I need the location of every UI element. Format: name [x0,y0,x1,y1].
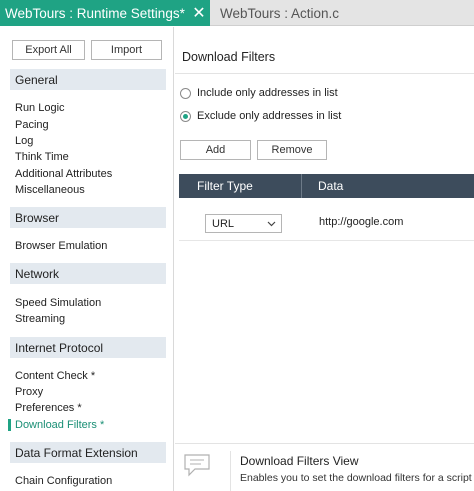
section-header-internet-protocol[interactable]: Internet Protocol [10,337,166,358]
sidebar-item-preferences[interactable]: Preferences * [15,402,82,415]
radio-include-row[interactable]: Include only addresses in list [180,87,338,99]
filter-type-select[interactable]: URL [205,214,282,233]
close-icon[interactable]: ✕ [188,0,210,26]
section-header-network[interactable]: Network [10,263,166,284]
export-all-button[interactable]: Export All [12,40,85,60]
sidebar-item-pacing[interactable]: Pacing [15,119,49,132]
comment-icon [183,453,211,477]
radio-exclude-row[interactable]: Exclude only addresses in list [180,110,341,122]
sidebar-item-speed-simulation[interactable]: Speed Simulation [15,297,101,310]
sidebar-item-miscellaneous[interactable]: Miscellaneous [15,184,85,197]
sidebar-item-streaming[interactable]: Streaming [15,313,65,326]
section-header-data-format-extension[interactable]: Data Format Extension [10,442,166,463]
chevron-down-icon [267,217,276,233]
divider [179,240,474,241]
section-header-browser[interactable]: Browser [10,207,166,228]
section-header-general[interactable]: General [10,69,166,90]
sidebar-item-browser-emulation[interactable]: Browser Emulation [15,240,107,253]
radio-include-label: Include only addresses in list [197,87,338,99]
tab-runtime-settings-label: WebTours : Runtime Settings* [5,5,185,21]
remove-button[interactable]: Remove [257,140,327,160]
help-title: Download Filters View [240,454,359,468]
table-row[interactable]: URL http://google.com [179,208,474,238]
sidebar-item-additional-attributes[interactable]: Additional Attributes [15,168,112,181]
table-header: Filter Type Data [179,174,474,198]
sidebar: Export All Import General Run Logic Paci… [0,27,174,491]
column-header-filter-type[interactable]: Filter Type [197,174,253,198]
column-separator[interactable] [301,174,302,198]
filter-type-value: URL [212,217,235,230]
sidebar-item-content-check[interactable]: Content Check * [15,370,95,383]
sidebar-item-download-filters[interactable]: Download Filters * [15,419,104,432]
column-header-data[interactable]: Data [318,174,343,198]
divider [230,451,231,491]
add-button[interactable]: Add [180,140,251,160]
sidebar-item-log[interactable]: Log [15,135,33,148]
data-cell[interactable]: http://google.com [319,216,403,228]
help-description: Enables you to set the download filters … [240,472,472,484]
radio-exclude[interactable] [180,110,191,122]
divider [175,73,474,74]
tab-runtime-settings[interactable]: WebTours : Runtime Settings* ✕ [0,0,210,26]
tab-action-c-label: WebTours : Action.c [220,5,340,21]
tab-bar: WebTours : Runtime Settings* ✕ WebTours … [0,0,474,26]
import-button[interactable]: Import [91,40,162,60]
divider [175,443,474,444]
radio-include[interactable] [180,87,191,99]
sidebar-item-proxy[interactable]: Proxy [15,386,43,399]
sidebar-item-think-time[interactable]: Think Time [15,151,69,164]
tab-action-c[interactable]: WebTours : Action.c [220,0,339,26]
selection-indicator [8,419,11,431]
radio-exclude-label: Exclude only addresses in list [197,110,342,122]
sidebar-item-chain-configuration[interactable]: Chain Configuration [15,475,112,488]
main-panel: Download Filters Include only addresses … [175,27,474,491]
sidebar-item-run-logic[interactable]: Run Logic [15,102,65,115]
page-title: Download Filters [182,50,276,64]
